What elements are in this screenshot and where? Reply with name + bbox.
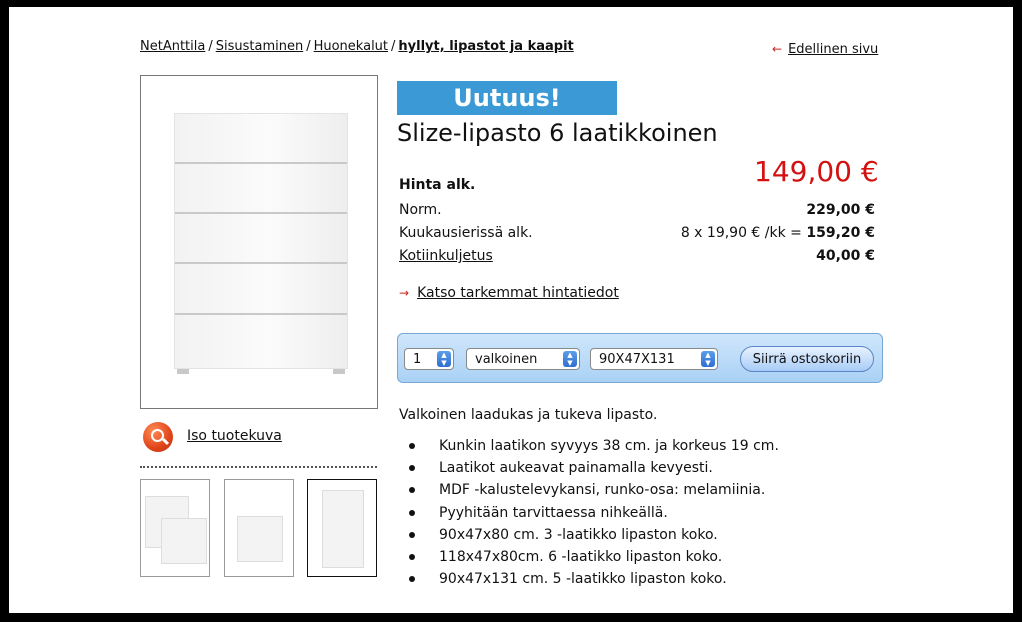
installment-total: 159,20 € bbox=[806, 225, 875, 241]
installment-prefix: 8 x 19,90 € /kk = bbox=[680, 225, 807, 241]
zoom-icon-handle bbox=[161, 437, 170, 446]
breadcrumb-separator: / bbox=[306, 39, 311, 54]
breadcrumb: NetAnttila / Sisustaminen / Huonekalut / hylly… bbox=[140, 39, 574, 54]
color-select[interactable]: valkoinen ▲ ▼ bbox=[466, 348, 580, 370]
thumbnail-1[interactable] bbox=[140, 479, 210, 577]
price-details-link[interactable]: Katso tarkemmat hintatiedot bbox=[417, 285, 619, 301]
quantity-value: 1 bbox=[413, 352, 422, 367]
breadcrumb-current[interactable]: hyllyt, lipastot ja kaapit bbox=[398, 39, 573, 54]
breadcrumb-separator: / bbox=[391, 39, 396, 54]
dresser-leg bbox=[333, 369, 345, 374]
list-item: MDF -kalustelevykansi, runko-osa: melami… bbox=[407, 479, 779, 501]
dresser-leg bbox=[177, 369, 189, 374]
product-title: Slize-lipasto 6 laatikkoinen bbox=[397, 119, 718, 147]
dresser-illustration bbox=[174, 113, 348, 374]
select-arrows-icon: ▲ ▼ bbox=[563, 351, 577, 367]
thumbnail-dresser bbox=[237, 516, 283, 562]
list-item: 118x47x80cm. 6 -laatikko lipaston koko. bbox=[407, 546, 779, 568]
select-arrows-icon: ▲ ▼ bbox=[701, 351, 715, 367]
size-value: 90X47X131 bbox=[599, 352, 675, 367]
home-delivery-link[interactable]: Kotiinkuljetus bbox=[399, 248, 493, 264]
breadcrumb-separator: / bbox=[208, 39, 213, 54]
arrow-right-icon: → bbox=[399, 286, 410, 300]
previous-page-link[interactable]: Edellinen sivu bbox=[788, 42, 878, 57]
breadcrumb-netanttila[interactable]: NetAnttila bbox=[140, 39, 205, 54]
previous-page[interactable]: ← Edellinen sivu bbox=[772, 42, 878, 57]
page-frame: NetAnttila / Sisustaminen / Huonekalut / hylly… bbox=[9, 7, 1013, 613]
thumbnail-dresser bbox=[161, 518, 207, 564]
list-item: 90x47x131 cm. 5 -laatikko lipaston koko. bbox=[407, 568, 779, 590]
quantity-select[interactable]: 1 ▲ ▼ bbox=[404, 348, 454, 370]
product-main-image[interactable] bbox=[140, 75, 378, 409]
drawer-line bbox=[175, 313, 347, 315]
breadcrumb-sisustaminen[interactable]: Sisustaminen bbox=[216, 39, 303, 54]
delivery-price: 40,00 € bbox=[816, 248, 875, 264]
normal-price-label: Norm. bbox=[399, 202, 442, 218]
product-description-intro: Valkoinen laadukas ja tukeva lipasto. bbox=[399, 407, 658, 423]
drawer-line bbox=[175, 262, 347, 264]
add-to-cart-button[interactable]: Siirrä ostoskoriin bbox=[740, 346, 874, 372]
dotted-divider bbox=[140, 466, 377, 468]
main-price: 149,00 € bbox=[754, 155, 879, 188]
list-item: Kunkin laatikon syvyys 38 cm. ja korkeus… bbox=[407, 435, 779, 457]
new-badge: Uutuus! bbox=[397, 81, 617, 115]
arrow-left-icon: ← bbox=[772, 42, 783, 56]
price-from-label: Hinta alk. bbox=[399, 177, 476, 193]
price-details[interactable]: → Katso tarkemmat hintatiedot bbox=[399, 285, 619, 301]
breadcrumb-huonekalut[interactable]: Huonekalut bbox=[314, 39, 388, 54]
thumbnail-2[interactable] bbox=[224, 479, 294, 577]
size-select[interactable]: 90X47X131 ▲ ▼ bbox=[590, 348, 718, 370]
zoom-icon[interactable] bbox=[143, 422, 173, 452]
product-features-list: Kunkin laatikon syvyys 38 cm. ja korkeus… bbox=[407, 435, 779, 590]
thumbnail-3-selected[interactable] bbox=[307, 479, 377, 577]
list-item: Pyyhitään tarvittaessa nihkeällä. bbox=[407, 502, 779, 524]
drawer-line bbox=[175, 212, 347, 214]
installment-value: 8 x 19,90 € /kk = 159,20 € bbox=[681, 225, 875, 241]
drawer-line bbox=[175, 162, 347, 164]
large-image-link[interactable]: Iso tuotekuva bbox=[187, 428, 282, 444]
thumbnail-dresser bbox=[322, 490, 364, 568]
select-arrows-icon: ▲ ▼ bbox=[437, 351, 451, 367]
list-item: Laatikot aukeavat painamalla kevyesti. bbox=[407, 457, 779, 479]
normal-price-value: 229,00 € bbox=[806, 202, 875, 218]
installment-label: Kuukausierissä alk. bbox=[399, 225, 533, 241]
list-item: 90x47x80 cm. 3 -laatikko lipaston koko. bbox=[407, 524, 779, 546]
color-value: valkoinen bbox=[475, 352, 538, 367]
add-to-cart-bar: 1 ▲ ▼ valkoinen ▲ ▼ 90X47X131 ▲ ▼ Siirrä os… bbox=[397, 333, 883, 383]
